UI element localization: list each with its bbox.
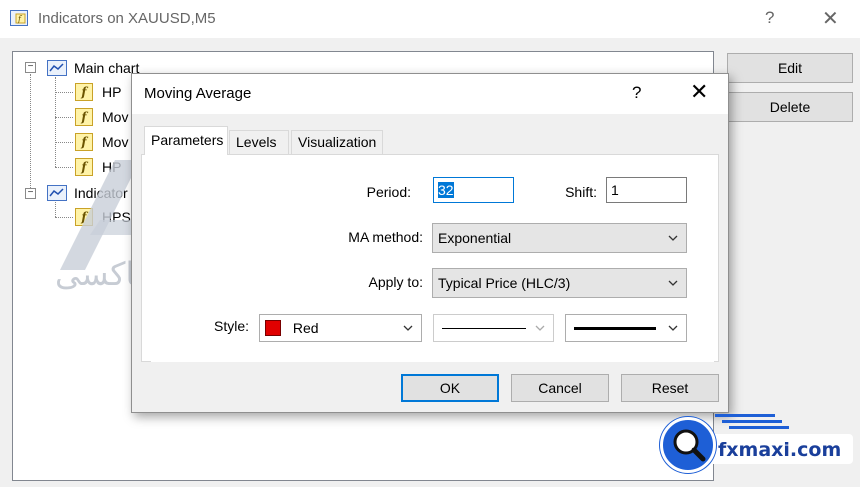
magnifier-icon [673,429,706,462]
tab-visualization[interactable]: Visualization [291,130,383,154]
window-title: Indicators on XAUUSD,M5 [38,10,216,27]
dialog-help-button[interactable]: ? [632,83,641,103]
edit-button[interactable]: Edit [727,53,853,83]
color-swatch [265,320,281,336]
shift-label: Shift: [565,184,597,200]
magnifier-badge [660,417,716,473]
parameters-panel: Period: 32 Shift: 1 MA method: Exponenti… [141,154,719,362]
apply-to-select[interactable]: Typical Price (HLC/3) [432,268,687,298]
brand-badge: fxmaxi.com [660,412,860,487]
dialog-titlebar: Moving Average ? ✕ [132,74,728,114]
indicators-app-icon: f [10,10,28,26]
brand-name: fxmaxi.com [718,439,842,461]
apply-to-label: Apply to: [368,274,423,290]
apply-to-value: Typical Price (HLC/3) [438,275,571,291]
close-button[interactable]: ✕ [822,6,839,31]
tree-node-main-chart[interactable]: Main chart [47,58,139,78]
delete-button[interactable]: Delete [727,92,853,122]
chevron-down-icon [668,325,678,331]
shift-input[interactable]: 1 [606,177,687,203]
ok-button[interactable]: OK [401,374,499,402]
style-color-value: Red [292,320,319,336]
tree-connector [55,92,73,93]
tree-connector [30,74,31,194]
period-input[interactable]: 32 [433,177,514,203]
moving-average-dialog: Moving Average ? ✕ Parameters Levels Vis… [131,73,729,413]
collapse-indicator-window[interactable]: − [25,188,36,199]
style-color-select[interactable]: Red [259,314,422,342]
tree-node-label: Main chart [74,60,140,76]
style-label: Style: [213,318,249,334]
badge-stripe [729,426,789,429]
tree-node-label: HP [102,84,122,100]
thick-line-preview [574,327,656,330]
solid-line-preview [442,328,526,329]
line-width-select[interactable] [565,314,687,342]
badge-stripe [722,420,782,423]
ma-method-label: MA method: [348,229,423,245]
tab-levels[interactable]: Levels [229,130,289,154]
help-button[interactable]: ? [765,8,774,28]
reset-button[interactable]: Reset [621,374,719,402]
chevron-down-icon [668,235,678,241]
custom-indicator-icon: f [75,83,93,101]
chart-window-icon [47,60,67,76]
ma-method-select[interactable]: Exponential [432,223,687,253]
tree-connector [55,117,73,118]
collapse-main-chart[interactable]: − [25,62,36,73]
cancel-button[interactable]: Cancel [511,374,609,402]
period-label: Period: [366,184,411,200]
chevron-down-icon [668,280,678,286]
dialog-close-button[interactable]: ✕ [690,79,708,105]
badge-stripe [715,414,775,417]
dialog-title: Moving Average [144,85,252,102]
line-style-select[interactable] [433,314,554,342]
ma-method-value: Exponential [438,230,512,246]
tab-parameters[interactable]: Parameters [144,126,228,155]
chevron-down-icon [535,325,545,331]
parameters-form: Period: 32 Shift: 1 MA method: Exponenti… [151,162,714,362]
window-titlebar: f Indicators on XAUUSD,M5 ? ✕ [0,0,860,38]
tree-node-indicator[interactable]: f HP [75,82,121,102]
chevron-down-icon [403,325,413,331]
period-value: 32 [438,182,454,198]
